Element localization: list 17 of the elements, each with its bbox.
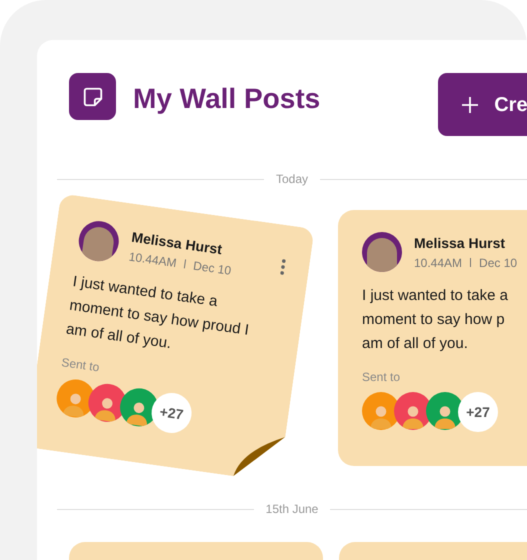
author-name: Melissa Hurst xyxy=(414,234,506,252)
more-icon[interactable] xyxy=(280,258,286,276)
create-button[interactable]: Cre xyxy=(438,73,527,136)
post-time: 10.44AM xyxy=(414,254,462,272)
date-divider-label: 15th June xyxy=(266,501,318,518)
post-message: I just wanted to take a moment to say how p am of all of you. xyxy=(362,286,509,354)
more-recipients-count[interactable]: +27 xyxy=(149,390,194,436)
date-divider-label: Today xyxy=(276,171,308,188)
more-recipients-count[interactable]: +27 xyxy=(458,392,498,432)
sent-to-label: Sent to xyxy=(362,369,400,386)
post-time: 10.44AM xyxy=(128,249,178,272)
page-title: My Wall Posts xyxy=(133,82,320,116)
plus-icon xyxy=(462,96,478,112)
sent-to-label: Sent to xyxy=(60,354,100,376)
avatar xyxy=(362,232,402,272)
post-date: Dec 10 xyxy=(479,254,518,272)
sticky-note-icon xyxy=(69,73,116,120)
